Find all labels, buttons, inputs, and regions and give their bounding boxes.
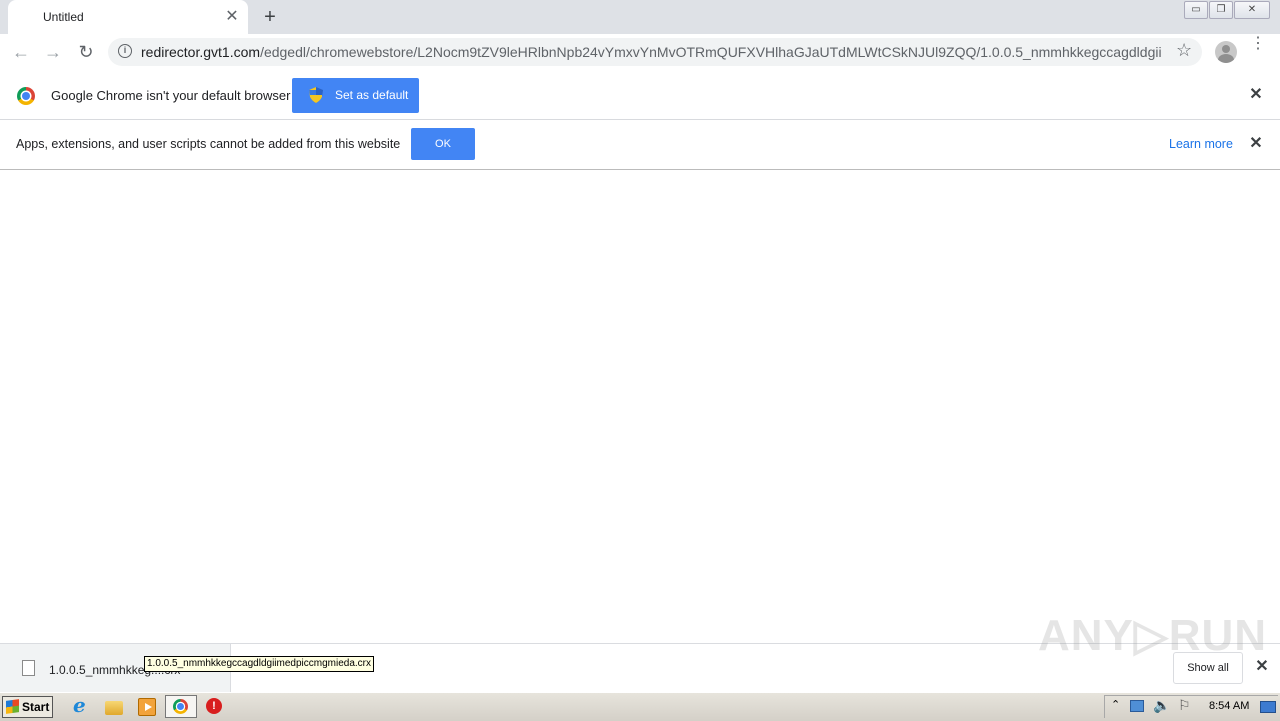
show-desktop-icon[interactable] (1260, 701, 1276, 713)
page-content (0, 170, 1280, 643)
set-as-default-label: Set as default (335, 88, 409, 102)
set-as-default-button[interactable]: Set as default (292, 78, 419, 113)
back-button[interactable]: ← (8, 39, 34, 65)
chrome-icon (173, 699, 188, 714)
default-browser-infobar: Google Chrome isn't your default browser… (0, 71, 1280, 120)
restore-button[interactable]: ❐ (1209, 1, 1233, 19)
tab-title: Untitled (43, 10, 84, 24)
windows-taskbar: Start ! ⌃ 🔈 ⚐ 8:54 AM (0, 692, 1280, 721)
download-shelf-close-icon[interactable]: ✕ (1254, 659, 1270, 675)
default-browser-message: Google Chrome isn't your default browser (51, 88, 291, 103)
minimize-button[interactable]: ▭ (1184, 1, 1208, 19)
address-bar[interactable]: i redirector.gvt1.com/edgedl/chromewebst… (108, 38, 1202, 66)
default-infobar-close-icon[interactable]: ✕ (1248, 87, 1264, 103)
bookmark-star-icon[interactable]: ☆ (1176, 40, 1192, 61)
reload-button[interactable]: ↻ (73, 39, 99, 65)
show-all-button[interactable]: Show all (1173, 652, 1243, 684)
system-tray: ⌃ 🔈 ⚐ 8:54 AM (1104, 695, 1278, 718)
browser-toolbar: ← → ↻ i redirector.gvt1.com/edgedl/chrom… (0, 34, 1280, 72)
url-path: /edgedl/chromewebstore/L2Nocm9tZV9leHRlb… (260, 44, 1161, 60)
tab-close-icon[interactable]: ✕ (223, 8, 241, 26)
start-label: Start (22, 700, 50, 714)
new-tab-button[interactable]: + (258, 5, 282, 29)
stop-sign-icon[interactable]: ! (206, 698, 222, 714)
url-text[interactable]: redirector.gvt1.com/edgedl/chromewebstor… (141, 44, 1161, 60)
show-hidden-icons-icon[interactable]: ⌃ (1111, 698, 1120, 711)
file-explorer-icon[interactable] (105, 701, 123, 715)
action-center-flag-icon[interactable]: ⚐ (1178, 697, 1191, 714)
tab-strip: Untitled ✕ + ▭ ❐ ✕ (0, 0, 1280, 34)
site-info-icon[interactable]: i (118, 44, 132, 58)
forward-button[interactable]: → (40, 39, 66, 65)
learn-more-link[interactable]: Learn more (1169, 137, 1233, 151)
window-close-button[interactable]: ✕ (1234, 1, 1270, 19)
extension-blocked-infobar: Apps, extensions, and user scripts canno… (0, 120, 1280, 170)
start-button[interactable]: Start (2, 696, 53, 718)
volume-icon[interactable]: 🔈 (1153, 697, 1170, 714)
ok-button[interactable]: OK (411, 128, 475, 160)
file-icon (22, 660, 35, 676)
extension-infobar-close-icon[interactable]: ✕ (1248, 136, 1264, 152)
uac-shield-icon (309, 87, 323, 103)
windows-logo-icon (6, 699, 19, 714)
chrome-logo-icon (17, 87, 35, 105)
internet-explorer-icon[interactable] (71, 693, 89, 717)
tab-untitled[interactable]: Untitled ✕ (8, 0, 248, 34)
clock[interactable]: 8:54 AM (1209, 700, 1249, 712)
chrome-taskbar-button[interactable] (165, 695, 197, 718)
extension-blocked-message: Apps, extensions, and user scripts canno… (16, 137, 401, 151)
chrome-menu-icon[interactable]: ⋮ (1250, 36, 1266, 64)
media-player-icon[interactable] (138, 698, 156, 716)
download-shelf: 1.0.0.5_nmmhkkeg....crx 1.0.0.5_nmmhkkeg… (0, 611, 1280, 693)
url-host: redirector.gvt1.com (141, 44, 261, 60)
profile-avatar-icon[interactable] (1215, 41, 1237, 63)
download-tooltip: 1.0.0.5_nmmhkkegccagdldgiimedpiccmgmieda… (144, 656, 374, 672)
network-icon[interactable] (1130, 700, 1144, 712)
